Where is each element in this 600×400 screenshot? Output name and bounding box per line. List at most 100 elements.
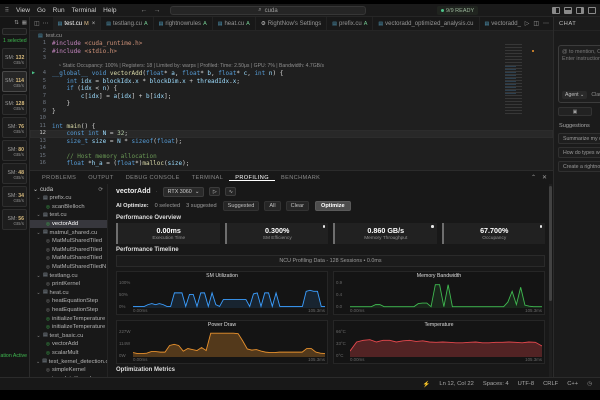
ai-suggested-button[interactable]: Suggested	[222, 200, 260, 211]
tab-test-cu[interactable]: ▤ test.cu M ×	[52, 17, 102, 30]
panel-tab-debug-console[interactable]: DEBUG CONSOLE	[120, 175, 186, 181]
tree-kernel-matmulsharedtiled[interactable]: ◎ MatMulSharedTiled	[30, 254, 107, 263]
tree-file-test-cu[interactable]: ⌄ ▤ test.cu	[30, 211, 107, 220]
chart-memory-bandwidth[interactable]: Memory Bandwidth 0.9 0.4 0.0 0.00ms 105.3ms	[333, 271, 545, 315]
info-dot-icon[interactable]	[322, 225, 325, 228]
panel-tab-problems[interactable]: PROBLEMS	[36, 175, 82, 181]
tree-file-prefix-cu[interactable]: ⌄ ▤ prefix.cu	[30, 194, 107, 203]
tree-kernel-scanblelloch[interactable]: ◎ scanBlelloch	[30, 203, 107, 212]
tab-rightnowrules[interactable]: ▤ rightnowrules A	[154, 17, 213, 30]
tab-testlang-cu[interactable]: ▤ testlang.cu A	[101, 17, 154, 30]
chat-tab[interactable]: CHAT	[554, 17, 600, 31]
status-spaces-4[interactable]: Spaces: 4	[483, 381, 509, 387]
code-line[interactable]: 3	[30, 55, 553, 63]
code-line[interactable]: 1 #include <cuda_runtime.h>	[30, 40, 553, 48]
code-line[interactable]: 5 int idx = blockIdx.x * blockDim.x + th…	[30, 78, 553, 86]
chat-suggestion[interactable]: Summarize my codebase	[558, 133, 600, 144]
sliders-icon[interactable]: ⇅	[14, 20, 19, 26]
gpu-card[interactable]: SM: 114 GB/s	[2, 71, 27, 92]
model-selector[interactable]: Claude 4 S	[591, 92, 600, 98]
code-line[interactable]: 13 size_t size = N * sizeof(float);	[30, 138, 553, 146]
tree-file-test-kernel-detection-cu[interactable]: ⌄ ▤ test_kernel_detection.cu	[30, 357, 107, 366]
chat-suggestion[interactable]: How do types work in t	[558, 147, 600, 158]
chart-power-draw[interactable]: Power Draw 227W 114W 0W 0.00ms 105.3ms	[116, 320, 328, 364]
tab-rightnow-s-settings[interactable]: ⚙ RightNow's Settings	[256, 17, 328, 30]
tree-file-testlang-cu[interactable]: ⌄ ▤ testlang.cu	[30, 271, 107, 280]
gpu-select-dropdown[interactable]: RTX 3060 ⌄	[162, 186, 205, 197]
grid-icon[interactable]: ▦	[22, 20, 27, 26]
chart-view-button[interactable]: ∿	[225, 187, 237, 196]
toggle-panel-icon[interactable]	[564, 6, 572, 14]
tree-file-heat-cu[interactable]: ⌄ ▤ heat.cu	[30, 289, 107, 298]
status-utf-8[interactable]: UTF-8	[518, 381, 534, 387]
tree-kernel-initializetemperature[interactable]: ◎ initializeTemperature	[30, 314, 107, 323]
status-c-[interactable]: C++	[567, 381, 578, 387]
status-crlf[interactable]: CRLF	[543, 381, 558, 387]
code-line[interactable]: 15 // Host memory allocation	[30, 153, 553, 161]
breadcrumb[interactable]: ▤ test.cu	[30, 31, 553, 40]
attach-image-button[interactable]: ▣	[558, 107, 592, 116]
panel-tab-profiling[interactable]: PROFILING	[229, 175, 275, 181]
zap-icon[interactable]: ⚡	[423, 381, 430, 388]
code-line[interactable]: 6 if (idx < n) {	[30, 85, 553, 93]
customize-layout-icon[interactable]	[588, 6, 596, 14]
code-line[interactable]: 12 const int N = 32;	[30, 130, 553, 138]
code-line[interactable]: 14	[30, 145, 553, 153]
chart-temperature[interactable]: Temperature 66°C 33°C 0°C 0.00ms 105.3ms	[333, 320, 545, 364]
notifications-bell-icon[interactable]: ◷	[587, 381, 592, 387]
gpu-card[interactable]: SM: 76 GB/s	[2, 117, 27, 138]
tab-vectoradd-optimized-analysis-cu[interactable]: ▤ vectoradd_optimized_analysis.cu	[373, 17, 480, 30]
nav-forward-icon[interactable]: →	[154, 7, 161, 14]
app-menu-icon[interactable]: ⠿	[0, 7, 14, 14]
optimize-button[interactable]: Optimize	[314, 200, 351, 211]
code-line[interactable]: 7 c[idx] = a[idx] + b[idx];	[30, 93, 553, 101]
code-line[interactable]: 10	[30, 115, 553, 123]
status-ln-12-col-22[interactable]: Ln 12, Col 22	[439, 381, 473, 387]
command-search-input[interactable]: ⌕ cuda	[170, 6, 366, 15]
panel-tab-output[interactable]: OUTPUT	[82, 175, 119, 181]
code-line[interactable]: 11 int main() {	[30, 123, 553, 131]
tree-kernel-matmulsharedtiled[interactable]: ◎ MatMulSharedTiled	[30, 246, 107, 255]
tree-file-matmul-shared-cu[interactable]: ⌄ ▤ matmul_shared.cu	[30, 228, 107, 237]
ai-clear-button[interactable]: Clear	[285, 200, 309, 211]
run-profile-button[interactable]: ▷	[209, 187, 221, 196]
code-editor[interactable]: 1 #include <cuda_runtime.h> 2 #include <std…	[30, 40, 553, 170]
menu-item-help[interactable]: Help	[103, 7, 116, 14]
nav-back-icon[interactable]: ←	[141, 7, 148, 14]
agent-mode-dropdown[interactable]: Agent ⌄	[562, 91, 588, 99]
ai-all-button[interactable]: All	[264, 200, 281, 211]
panel-maximize-icon[interactable]: ⌃	[531, 174, 536, 181]
tree-kernel-scalarmult[interactable]: ◎ scalarMult	[30, 349, 107, 358]
gpu-filter-input[interactable]	[2, 28, 27, 35]
tree-kernel-initializetemperature[interactable]: ◎ initializeTemperature	[30, 323, 107, 332]
tree-file-test-basic-cu[interactable]: ⌄ ▤ test_basic.cu	[30, 332, 107, 341]
tab-prefix-cu[interactable]: ▤ prefix.cu A	[327, 17, 374, 30]
code-line[interactable]: 4 ▶ __global__ void vectorAdd(float* a, fl…	[30, 70, 553, 78]
gpu-card[interactable]: SM: 132 GB/s	[2, 48, 27, 69]
code-line[interactable]: 16 float *h_a = (float*)malloc(size);	[30, 160, 553, 168]
gpu-card[interactable]: SM: 56 GB/s	[2, 209, 27, 230]
tree-kernel-simplekernel[interactable]: ◎ simpleKernel	[30, 366, 107, 375]
tab-vectoradd-op[interactable]: ▤vectoradd_op	[480, 17, 521, 30]
toggle-sidebar-icon[interactable]	[552, 6, 560, 14]
gpu-card[interactable]: SM: 48 GB/s	[2, 163, 27, 184]
more-tabs-icon[interactable]: ⋯	[43, 20, 49, 27]
code-line[interactable]: 8 }	[30, 100, 553, 108]
editor-more-actions-icon[interactable]: ⋯	[543, 20, 549, 27]
gpu-card[interactable]: SM: 80 GB/s	[2, 140, 27, 161]
panel-tab-benchmark[interactable]: BENCHMARK	[275, 175, 326, 181]
gpu-card[interactable]: SM: 34 GB/s	[2, 186, 27, 207]
tree-root[interactable]: ⌄ cuda ⟳	[30, 185, 107, 194]
chart-sm-utilization[interactable]: SM Utilization 100% 50% 0% 0.00ms 105.3ms	[116, 271, 328, 315]
info-dot-icon[interactable]	[539, 225, 542, 228]
refresh-icon[interactable]: ⟳	[98, 187, 103, 193]
code-line[interactable]: 9}	[30, 108, 553, 116]
tree-kernel-vectoradd[interactable]: ◎ vectorAdd	[30, 340, 107, 349]
code-line[interactable]: 2 #include <stdio.h>	[30, 48, 553, 56]
tab-heat-cu[interactable]: ▤ heat.cu A	[213, 17, 256, 30]
tree-kernel-vectoradd[interactable]: ◎ vectorAdd	[30, 219, 107, 229]
menu-item-terminal[interactable]: Terminal	[72, 7, 97, 14]
chat-input[interactable]: @ to mention, Ctrl+L to add selection. E…	[558, 45, 600, 103]
minimap[interactable]	[505, 44, 534, 114]
menu-item-run[interactable]: Run	[53, 7, 65, 14]
